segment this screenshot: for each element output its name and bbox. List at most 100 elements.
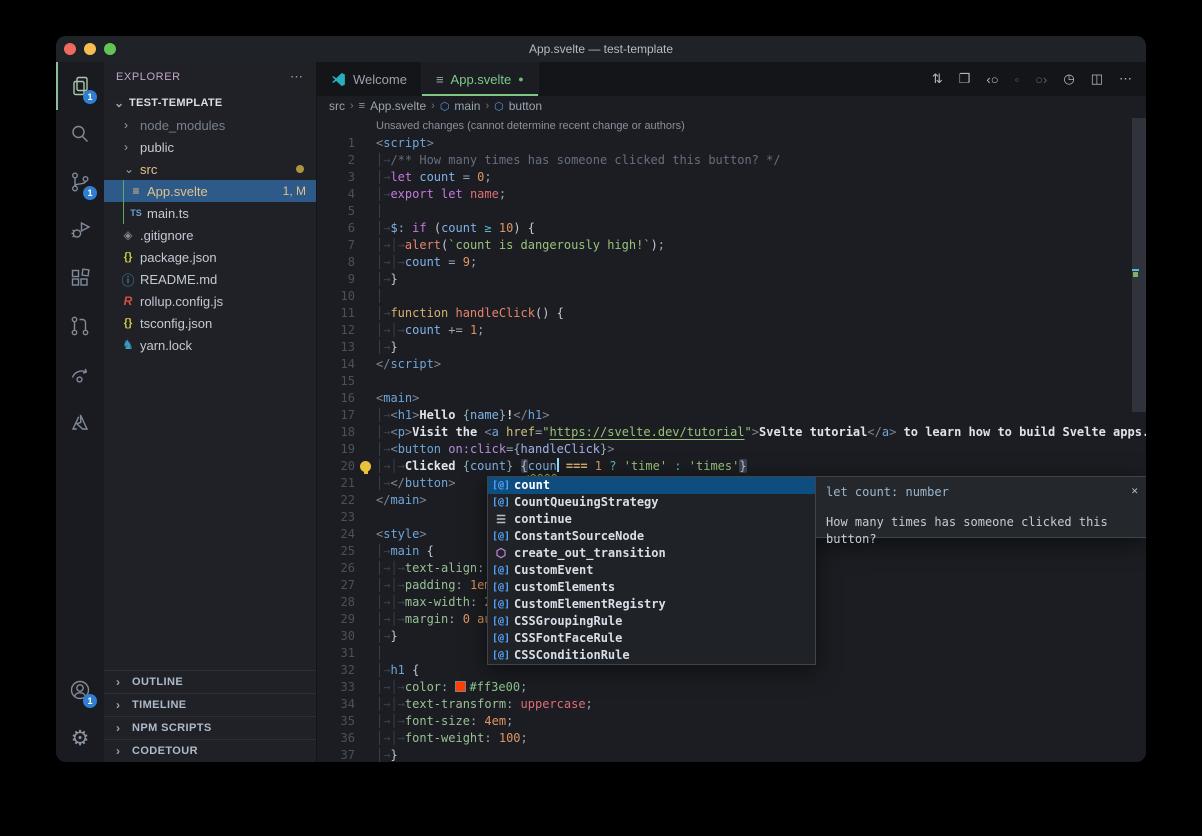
code-line-20[interactable]: 20│→│→Clicked {count} {coun === 1 ? 'tim… xyxy=(317,458,1146,475)
sidebar-item-live-share[interactable] xyxy=(56,350,104,398)
open-changes-icon[interactable]: ❐ xyxy=(959,71,971,87)
code-line-36[interactable]: 36│→│→font-weight: 100; xyxy=(317,730,1146,747)
code-editor[interactable]: [@]count[@]CountQueuingStrategy☰continue… xyxy=(317,116,1146,762)
code-line-2[interactable]: 2│→/** How many times has someone clicke… xyxy=(317,152,1146,169)
sidebar-item-search[interactable] xyxy=(56,110,104,158)
code-line-12[interactable]: 12│→│→count += 1; xyxy=(317,322,1146,339)
sidebar-item-extensions[interactable] xyxy=(56,254,104,302)
next-change-icon[interactable]: ○› xyxy=(1035,72,1047,87)
symbol-variable-icon: [@] xyxy=(488,477,514,494)
tab-welcome[interactable]: Welcome xyxy=(317,62,422,96)
suggestion-customelementregistry[interactable]: [@]CustomElementRegistry xyxy=(488,596,815,613)
code-line-7[interactable]: 7│→│→alert(`count is dangerously high!`)… xyxy=(317,237,1146,254)
code-line-5[interactable]: 5│ xyxy=(317,203,1146,220)
code-line-6[interactable]: 6│→$: if (count ≥ 10) { xyxy=(317,220,1146,237)
tree-item--gitignore[interactable]: ◈.gitignore xyxy=(104,224,316,246)
suggestion-cssconditionrule[interactable]: [@]CSSConditionRule xyxy=(488,647,815,664)
breadcrumb-src[interactable]: src xyxy=(329,99,345,113)
tree-item-tsconfig-json[interactable]: {}tsconfig.json xyxy=(104,312,316,334)
symbol-variable-icon: [@] xyxy=(488,630,514,647)
tree-item-public[interactable]: › public xyxy=(104,136,316,158)
code-line-19[interactable]: 19│→<button on:click={handleClick}> xyxy=(317,441,1146,458)
color-swatch[interactable] xyxy=(456,682,465,691)
suggestion-countqueuingstrategy[interactable]: [@]CountQueuingStrategy xyxy=(488,494,815,511)
close-window-button[interactable] xyxy=(64,43,76,55)
suggestion-create_out_transition[interactable]: ⬡create_out_transition xyxy=(488,545,815,562)
code-line-35[interactable]: 35│→│→font-size: 4em; xyxy=(317,713,1146,730)
code-line-8[interactable]: 8│→│→count = 9; xyxy=(317,254,1146,271)
section-codetour[interactable]: ›CODETOUR xyxy=(104,739,316,762)
settings-button[interactable]: ⚙ xyxy=(56,714,104,762)
tree-item-main-ts[interactable]: TSmain.ts xyxy=(104,202,316,224)
breadcrumb-main[interactable]: main xyxy=(454,99,480,113)
tree-item-package-json[interactable]: {}package.json xyxy=(104,246,316,268)
line-number: 15 xyxy=(317,373,355,390)
file-label: public xyxy=(140,140,174,155)
code-line-33[interactable]: 33│→│→color: #ff3e00; xyxy=(317,679,1146,696)
sidebar-item-explorer[interactable]: 1 xyxy=(56,62,104,110)
line-number: 11 xyxy=(317,305,355,322)
current-change-icon[interactable]: ◦ xyxy=(1015,72,1020,87)
tab-app-svelte[interactable]: ≡ App.svelte ● xyxy=(422,62,539,96)
git-compare-icon[interactable]: ⇅ xyxy=(932,71,943,87)
code-line-15[interactable]: 15 xyxy=(317,373,1146,390)
folder-chevron-icon: › xyxy=(124,140,134,154)
line-number: 23 xyxy=(317,509,355,526)
tree-item-readme-md[interactable]: ⓘREADME.md xyxy=(104,268,316,290)
code-line-11[interactable]: 11│→function handleClick() { xyxy=(317,305,1146,322)
suggestion-count[interactable]: [@]count xyxy=(488,477,815,494)
sidebar-item-run-debug[interactable] xyxy=(56,206,104,254)
tree-item-app-svelte[interactable]: ≡App.svelte1, M xyxy=(104,180,316,202)
breadcrumb-button[interactable]: button xyxy=(509,99,542,113)
tree-root-test-template[interactable]: ⌄ TEST-TEMPLATE xyxy=(104,92,316,114)
code-line-9[interactable]: 9│→} xyxy=(317,271,1146,288)
code-line-4[interactable]: 4│→export let name; xyxy=(317,186,1146,203)
split-editor-icon[interactable]: ◫ xyxy=(1091,71,1103,87)
minimize-window-button[interactable] xyxy=(84,43,96,55)
tree-item-rollup-config-js[interactable]: Rrollup.config.js xyxy=(104,290,316,312)
close-icon[interactable]: ✕ xyxy=(1131,482,1138,499)
symbol-variable-icon: [@] xyxy=(488,494,514,511)
suggestion-constantsourcenode[interactable]: [@]ConstantSourceNode xyxy=(488,528,815,545)
suggestion-customelements[interactable]: [@]customElements xyxy=(488,579,815,596)
suggestion-customevent[interactable]: [@]CustomEvent xyxy=(488,562,815,579)
suggestion-continue[interactable]: ☰continue xyxy=(488,511,815,528)
sidebar-item-github-pull-requests[interactable] xyxy=(56,302,104,350)
code-line-18[interactable]: 18│→<p>Visit the <a href="https://svelte… xyxy=(317,424,1146,441)
code-line-16[interactable]: 16<main> xyxy=(317,390,1146,407)
tree-item-src[interactable]: ⌄src xyxy=(104,158,316,180)
symbol-module-icon: ⬡ xyxy=(488,545,514,562)
suggestion-cssfontfacerule[interactable]: [@]CSSFontFaceRule xyxy=(488,630,815,647)
code-line-37[interactable]: 37│→} xyxy=(317,747,1146,762)
code-line-10[interactable]: 10│ xyxy=(317,288,1146,305)
more-actions-icon[interactable]: ⋯ xyxy=(1119,71,1132,87)
folder-chevron-icon: ⌄ xyxy=(124,162,134,176)
breadcrumb-app-svelte[interactable]: App.svelte xyxy=(370,99,426,113)
lightbulb-icon[interactable] xyxy=(360,461,371,472)
sidebar-more-actions-icon[interactable]: ⋯ xyxy=(290,69,304,85)
code-line-1[interactable]: 1<script> xyxy=(317,135,1146,152)
line-number: 17 xyxy=(317,407,355,424)
sidebar-item-azure[interactable] xyxy=(56,398,104,446)
previous-change-icon[interactable]: ‹○ xyxy=(986,72,998,87)
section-npm-scripts[interactable]: ›NPM SCRIPTS xyxy=(104,716,316,739)
code-line-13[interactable]: 13│→} xyxy=(317,339,1146,356)
code-line-3[interactable]: 3│→let count = 0; xyxy=(317,169,1146,186)
section-outline[interactable]: ›OUTLINE xyxy=(104,670,316,693)
code-line-17[interactable]: 17│→<h1>Hello {name}!</h1> xyxy=(317,407,1146,424)
accounts-button[interactable]: 1 xyxy=(56,666,104,714)
suggestion-cssgroupingrule[interactable]: [@]CSSGroupingRule xyxy=(488,613,815,630)
sidebar-item-source-control[interactable]: 1 xyxy=(56,158,104,206)
line-number: 2 xyxy=(317,152,355,169)
section-timeline[interactable]: ›TIMELINE xyxy=(104,693,316,716)
suggestion-label: ConstantSourceNode xyxy=(514,528,644,545)
code-line-14[interactable]: 14</script> xyxy=(317,356,1146,373)
line-number: 29 xyxy=(317,611,355,628)
tree-item-node-modules[interactable]: ›node_modules xyxy=(104,114,316,136)
tree-item-yarn-lock[interactable]: ♞yarn.lock xyxy=(104,334,316,356)
title-bar[interactable]: App.svelte — test-template xyxy=(56,36,1146,62)
suggestion-signature: let count: number xyxy=(826,484,1136,501)
code-line-34[interactable]: 34│→│→text-transform: uppercase; xyxy=(317,696,1146,713)
file-history-icon[interactable]: ◷ xyxy=(1063,71,1074,87)
zoom-window-button[interactable] xyxy=(104,43,116,55)
